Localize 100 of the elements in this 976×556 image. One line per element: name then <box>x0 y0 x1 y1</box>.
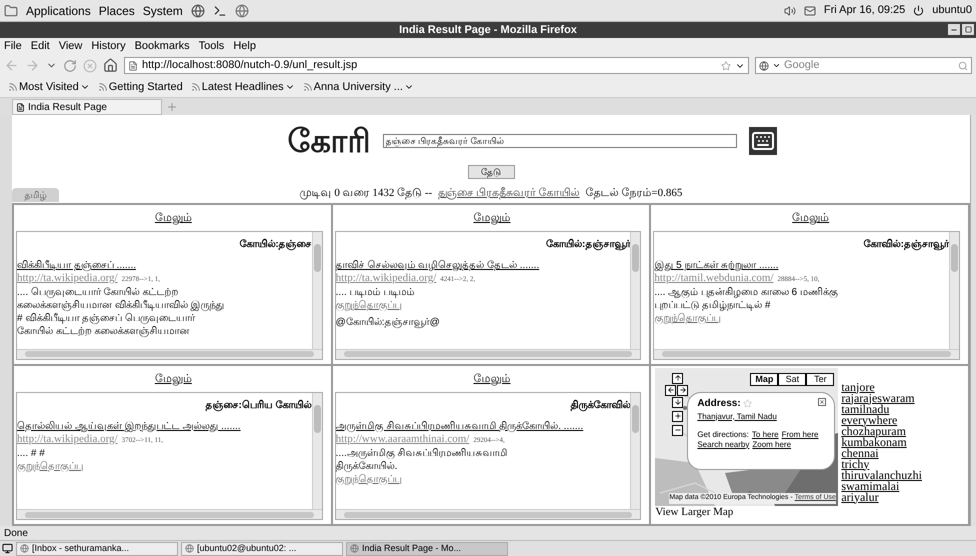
result-title-link[interactable]: அருள்மிகு சிவசுப்பிரமணியசுவாமி திருக்கோயில். ....... <box>336 420 630 432</box>
search-button[interactable]: தேடு <box>468 165 514 179</box>
menu-item[interactable]: History <box>91 38 126 54</box>
menu-item[interactable]: Tools <box>198 38 224 54</box>
panel-menu[interactable]: Places <box>98 2 135 20</box>
menu-item[interactable]: Edit <box>30 38 50 54</box>
zoom-out-button[interactable] <box>672 424 684 436</box>
browser-icon[interactable] <box>234 4 249 18</box>
pan-left-button[interactable] <box>665 384 676 396</box>
taskbar-item[interactable]: India Result Page - Mo... <box>346 542 508 556</box>
horizontal-scrollbar[interactable] <box>17 509 322 519</box>
to-here-link[interactable]: To here <box>752 430 779 440</box>
menu-item[interactable]: File <box>4 38 22 54</box>
maximize-button[interactable] <box>962 24 974 35</box>
vertical-scrollbar[interactable] <box>312 232 322 348</box>
query-link[interactable]: தஞ்சை பிரகதீசுவரர் கோயில் <box>438 185 580 202</box>
horizontal-scrollbar[interactable] <box>17 348 322 358</box>
show-desktop-icon[interactable] <box>2 543 13 554</box>
panel-menu[interactable]: Applications <box>26 2 91 20</box>
keyboard-icon[interactable] <box>748 127 776 155</box>
search-bar[interactable]: Google <box>755 57 972 74</box>
dropdown-icon[interactable] <box>772 61 781 70</box>
map-type-button[interactable]: Sat <box>778 372 806 386</box>
bookmark-item[interactable]: Getting Started <box>108 78 183 96</box>
vertical-scrollbar[interactable] <box>312 392 322 509</box>
zoom-in-button[interactable] <box>672 410 684 422</box>
vertical-scrollbar[interactable] <box>630 232 640 348</box>
place-link[interactable]: chennai <box>841 448 879 458</box>
globe-icon[interactable] <box>190 4 205 18</box>
cached-link[interactable]: குறுந்தொகுப்பு <box>336 299 402 312</box>
bookmark-item[interactable]: Anna University ... <box>314 78 403 96</box>
pan-down-button[interactable] <box>672 396 684 408</box>
vertical-scrollbar[interactable] <box>948 232 959 348</box>
horizontal-scrollbar[interactable] <box>336 348 640 358</box>
volume-icon[interactable] <box>784 4 796 16</box>
query-field[interactable]: தஞ்சை பிரகதீசுவரர் கோயில் <box>382 134 736 148</box>
url-text: http://localhost:8080/nutch-0.9/unl_result.jsp <box>142 58 358 74</box>
address-field[interactable]: http://localhost:8080/nutch-0.9/unl_result.jsp <box>124 57 749 74</box>
vertical-scrollbar[interactable] <box>630 392 640 509</box>
place-link[interactable]: ariyalur <box>841 492 879 502</box>
search-field[interactable]: Google <box>784 57 955 74</box>
pan-up-button[interactable] <box>672 372 684 384</box>
map-type-button[interactable]: Map <box>750 372 778 386</box>
page-scrollbar[interactable] <box>970 115 976 526</box>
cached-link[interactable]: குறுந்தொகுப்பு <box>654 312 720 325</box>
from-here-link[interactable]: From here <box>782 430 818 440</box>
menu-item[interactable]: Help <box>233 38 256 54</box>
result-url-link[interactable]: http://www.aaraamthinai.com/ <box>336 432 470 446</box>
more-link[interactable]: மேலும் <box>154 372 192 386</box>
bookmark-item[interactable]: Latest Headlines <box>202 78 284 96</box>
horizontal-scrollbar[interactable] <box>336 509 640 519</box>
close-icon[interactable] <box>818 398 826 406</box>
bookmark-star-icon[interactable] <box>721 60 731 70</box>
place-link[interactable]: swamimalai <box>841 480 900 492</box>
pan-right-button[interactable] <box>677 384 688 396</box>
home-icon[interactable] <box>103 58 118 73</box>
result-title-link[interactable]: தொல்லியல் ஆய்வுகள் இறந்துபட்ட அல்லது ....... <box>17 420 312 432</box>
minimize-button[interactable] <box>948 24 960 35</box>
map-type-button[interactable]: Ter <box>806 372 834 386</box>
result-title-link[interactable]: தாவிச் செல்லவும் வழிசெலுத்தல் தேடல் ....... <box>336 259 630 272</box>
zoom-here-link[interactable]: Zoom here <box>752 440 792 450</box>
cached-link[interactable]: குறுந்தொகுப்பு <box>336 472 402 486</box>
place-link[interactable]: rajarajeswaram <box>841 392 915 404</box>
mail-icon[interactable] <box>804 4 816 16</box>
place-link[interactable]: tanjore <box>841 382 875 392</box>
browser-tab[interactable]: India Result Page <box>12 99 162 115</box>
more-link[interactable]: மேலும் <box>473 211 510 225</box>
bookmark-item[interactable]: Most Visited <box>19 78 79 96</box>
place-link[interactable]: kumbakonam <box>841 436 907 448</box>
place-link[interactable]: everywhere <box>841 414 898 426</box>
result-title-link[interactable]: விக்கிபீடியா தஞ்சைப் ....... <box>17 259 312 272</box>
more-link[interactable]: மேலும் <box>473 372 510 386</box>
result-title-link[interactable]: இது 5 நாட்கள் சுற்றுலா ....... <box>654 259 949 272</box>
search-engine-icon[interactable] <box>759 60 769 70</box>
menu-item[interactable]: View <box>58 38 82 54</box>
place-link[interactable]: trichy <box>841 458 870 470</box>
menu-item[interactable]: Bookmarks <box>134 38 190 54</box>
user-name[interactable]: ubuntu0 <box>932 2 972 19</box>
feed-icon <box>8 82 18 92</box>
place-link[interactable]: chozhapuram <box>841 426 906 436</box>
place-link[interactable]: tamilnadu <box>841 404 890 414</box>
place-link[interactable]: thiruvalanchuzhi <box>841 470 922 480</box>
horizontal-scrollbar[interactable] <box>654 348 959 358</box>
result-url-link[interactable]: http://tamil.webdunia.com/ <box>654 272 774 285</box>
search-nearby-link[interactable]: Search nearby <box>697 440 750 450</box>
more-link[interactable]: மேலும் <box>792 211 830 225</box>
terminal-icon[interactable] <box>212 4 227 18</box>
language-tab[interactable]: தமிழ் <box>12 188 59 202</box>
result-url-link[interactable]: http://ta.wikipedia.org/ <box>17 432 118 446</box>
result-url-link[interactable]: http://ta.wikipedia.org/ <box>17 272 118 285</box>
search-icon[interactable] <box>958 60 968 70</box>
view-larger-map-link[interactable]: View Larger Map <box>655 506 734 518</box>
taskbar-item[interactable]: [ubuntu02@ubuntu02: ... <box>181 542 343 556</box>
panel-menu[interactable]: System <box>142 2 183 20</box>
power-icon[interactable] <box>913 5 924 16</box>
result-url-link[interactable]: http://ta.wikipedia.org/ <box>336 272 436 285</box>
more-link[interactable]: மேலும் <box>154 211 192 225</box>
taskbar-item[interactable]: [Inbox - sethuramanka... <box>16 542 178 556</box>
address-link[interactable]: Thanjavur, Tamil Nadu <box>697 412 777 422</box>
cached-link[interactable]: குறுந்தொகுப்பு <box>17 460 83 472</box>
